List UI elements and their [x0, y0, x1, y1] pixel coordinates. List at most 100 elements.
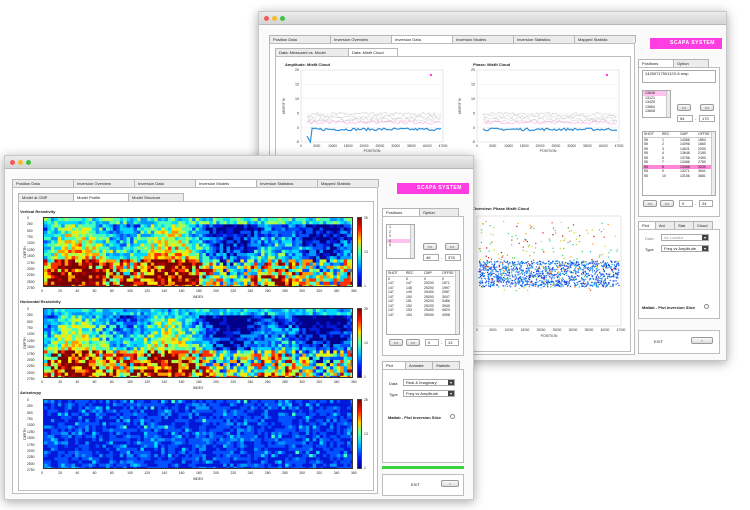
next-position-button[interactable]: >>	[700, 104, 714, 111]
scatter-point	[573, 282, 575, 284]
heat-cell	[171, 253, 176, 257]
heat-cell	[157, 369, 162, 373]
tab-cloud[interactable]: Cloud	[693, 221, 713, 229]
tab-position-data[interactable]: Position Data	[12, 179, 74, 187]
position-field[interactable]: 54	[677, 115, 693, 122]
next-record-button[interactable]: >>	[660, 200, 674, 207]
heat-cell	[195, 309, 200, 313]
heat-cell	[140, 281, 145, 286]
scatter-point	[510, 282, 513, 284]
record-total-field[interactable]: 24	[699, 200, 713, 207]
tab-inversion-overview[interactable]: Inversion Overview	[73, 179, 135, 187]
heat-cell	[264, 221, 269, 225]
type-select[interactable]: Freq vs Amplitude	[661, 245, 709, 252]
heat-cell	[85, 309, 90, 313]
heat-cell	[233, 366, 238, 370]
scatter-point	[501, 274, 503, 276]
heat-cell	[216, 233, 220, 238]
prev-record-button[interactable]: <<	[643, 200, 657, 207]
scatter-point	[616, 250, 618, 252]
heat-cell	[161, 375, 165, 377]
close-icon[interactable]	[10, 160, 15, 165]
heat-cell	[130, 324, 134, 329]
scatter-point	[535, 281, 538, 284]
scatter-point	[552, 227, 555, 229]
heat-cell	[150, 312, 155, 316]
heat-cell	[233, 328, 238, 332]
scatter-point	[480, 276, 482, 278]
zoom-icon[interactable]	[26, 160, 31, 165]
back-record-table[interactable]: SHOT REC CMP OFFSE 55 1 14366 1854 55 2 14096 1…	[642, 131, 716, 196]
minimize-icon[interactable]	[18, 160, 23, 165]
scatter-point	[511, 274, 513, 276]
minimize-icon[interactable]	[272, 16, 277, 21]
heat-cell	[209, 356, 214, 361]
scatter-point	[529, 255, 531, 257]
heat-cell	[150, 221, 155, 225]
heat-cell	[223, 321, 227, 326]
tab-inversion-statistics[interactable]: Inversion Statistics	[256, 179, 318, 187]
heat-cell	[174, 375, 179, 377]
tab-mapped-statistic[interactable]: Mapped Statistic	[317, 179, 379, 187]
heat-cell	[247, 221, 251, 225]
subtab-model-at-cmp[interactable]: Model at CMP	[18, 193, 74, 201]
scrollbar[interactable]	[666, 91, 670, 117]
data-select[interactable]: As Loaded	[661, 234, 709, 241]
prev-position-button[interactable]: <<	[677, 104, 691, 111]
heat-cell	[61, 265, 65, 270]
heat-cell	[199, 249, 203, 254]
tab-inversion-models[interactable]: Inversion Models	[452, 35, 514, 43]
heat-cell	[54, 265, 59, 270]
record-field[interactable]: 0	[679, 200, 693, 207]
heat-cell	[109, 324, 114, 329]
heat-cell	[209, 240, 214, 244]
phase-chart-title: Phase: Misfit Cloud	[473, 62, 511, 67]
tab-inversion-overview[interactable]: Inversion Overview	[330, 35, 392, 43]
tab-stat[interactable]: Stat	[674, 221, 694, 229]
heat-cell	[112, 253, 117, 257]
subtab-measured-vs-model[interactable]: Data: Measured vs. Model	[275, 48, 349, 56]
close-icon[interactable]	[264, 16, 269, 21]
heat-cell	[233, 350, 238, 354]
heat-cell	[250, 328, 255, 332]
tab-ani[interactable]: Ani	[655, 221, 675, 229]
heat-cell	[199, 363, 203, 367]
tab-mapped-statistic[interactable]: Mapped Statistic	[574, 35, 636, 43]
back-positions-list[interactable]: 13646 13121 13429 13664 13608	[642, 90, 671, 118]
tab-inversion-data[interactable]: Inversion Data	[134, 179, 196, 187]
heat-cell	[150, 265, 155, 270]
heat-cell	[61, 268, 65, 273]
scatter-point	[574, 276, 577, 278]
heat-cell	[212, 353, 217, 358]
x-tick-label: 35000	[407, 144, 416, 148]
subtab-model-structure[interactable]: Model Structure	[128, 193, 184, 201]
scatter-point	[513, 270, 515, 272]
tab-option[interactable]: Option	[673, 59, 709, 67]
position-total-field[interactable]: 170	[699, 115, 715, 122]
zoom-icon[interactable]	[280, 16, 285, 21]
heat-cell	[99, 331, 103, 335]
file-field[interactable]: 1425071750112X.6.resp	[642, 70, 716, 83]
heat-cell	[264, 230, 269, 235]
tab-inversion-statistics[interactable]: Inversion Statistics	[513, 35, 575, 43]
heat-cell	[71, 356, 76, 361]
scatter-point	[566, 274, 568, 276]
heat-cell	[78, 256, 83, 260]
heat-cell	[68, 315, 72, 319]
scatter-point	[524, 272, 526, 274]
matlab-radio[interactable]	[704, 304, 709, 309]
exit-button[interactable]: ›	[691, 337, 713, 344]
y-tick-label: 5	[473, 111, 475, 115]
table-row[interactable]: 55 10 13156 3681	[643, 174, 715, 179]
heat-cell	[209, 281, 214, 286]
scatter-point	[512, 257, 514, 259]
heat-cell	[230, 312, 234, 316]
tab-position-data[interactable]: Position Data	[269, 35, 331, 43]
heat-cell	[295, 284, 300, 286]
heat-cell	[219, 284, 224, 286]
scrollbar[interactable]	[711, 132, 715, 195]
heat-cell	[226, 372, 231, 377]
heat-cell	[71, 366, 76, 370]
heat-cell	[78, 268, 83, 273]
heat-cell	[81, 262, 86, 267]
